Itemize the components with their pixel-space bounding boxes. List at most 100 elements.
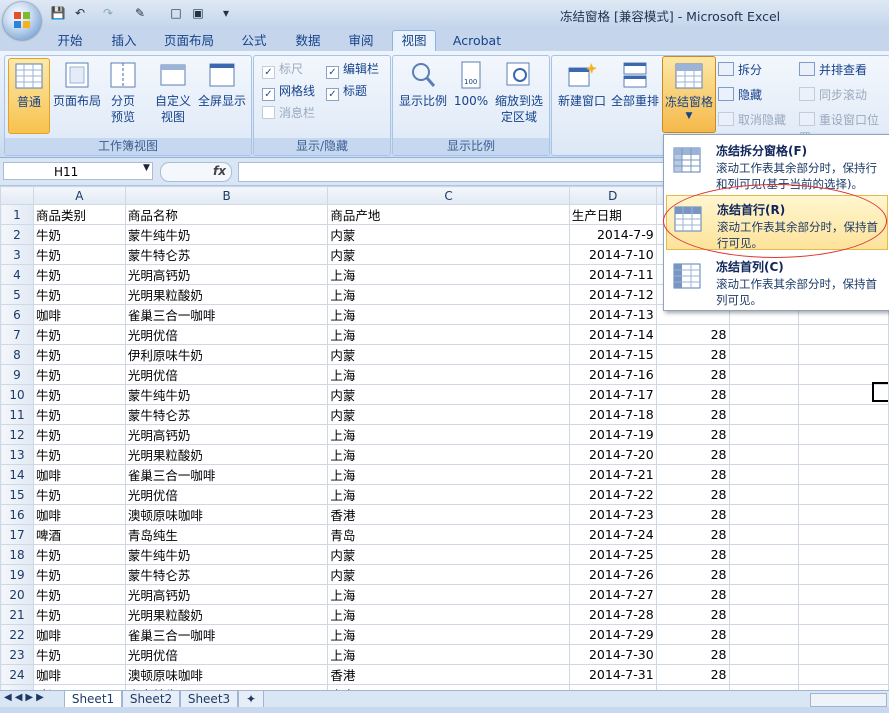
cell[interactable]: [798, 664, 889, 685]
row-header[interactable]: 1: [0, 204, 34, 225]
cell[interactable]: 上海: [327, 324, 570, 345]
cell[interactable]: 2014-7-26: [568, 564, 657, 585]
cell[interactable]: [798, 444, 889, 465]
cell[interactable]: 上海: [327, 424, 570, 445]
cell[interactable]: 咖啡: [32, 664, 126, 685]
row-header[interactable]: 6: [0, 304, 34, 325]
undo-icon[interactable]: ↶: [72, 5, 88, 21]
cell[interactable]: 2014-7-17: [568, 384, 657, 405]
cell[interactable]: 内蒙: [327, 404, 570, 425]
cell[interactable]: 内蒙: [327, 244, 570, 265]
new-document-icon[interactable]: □: [168, 5, 184, 21]
column-header[interactable]: C: [327, 186, 570, 205]
cell[interactable]: [798, 344, 889, 365]
save-icon[interactable]: 💾: [50, 5, 66, 21]
split-button[interactable]: 拆分: [718, 61, 762, 79]
cell[interactable]: [798, 324, 889, 345]
row-header[interactable]: 23: [0, 644, 34, 665]
cell[interactable]: 28: [655, 584, 730, 605]
cell[interactable]: 2014-7-22: [568, 484, 657, 505]
cell[interactable]: 光明果粒酸奶: [124, 604, 329, 625]
row-header[interactable]: 15: [0, 484, 34, 505]
cell[interactable]: 咖啡: [32, 624, 126, 645]
cell[interactable]: 商品名称: [124, 204, 329, 225]
cell[interactable]: 香港: [327, 504, 570, 525]
cell[interactable]: 伊利原味牛奶: [124, 344, 329, 365]
cell[interactable]: 28: [655, 644, 730, 665]
cell[interactable]: [728, 344, 800, 365]
cell[interactable]: [728, 484, 800, 505]
row-header[interactable]: 13: [0, 444, 34, 465]
cell[interactable]: 上海: [327, 444, 570, 465]
cell[interactable]: 2014-7-31: [568, 664, 657, 685]
cell[interactable]: 28: [655, 624, 730, 645]
sheet-tab-1[interactable]: Sheet1: [64, 691, 122, 708]
cell[interactable]: [798, 524, 889, 545]
row-header[interactable]: 19: [0, 564, 34, 585]
cell[interactable]: 28: [655, 424, 730, 445]
cell[interactable]: 2014-7-29: [568, 624, 657, 645]
cell[interactable]: [728, 504, 800, 525]
cell[interactable]: 内蒙: [327, 384, 570, 405]
cell[interactable]: 雀巢三合一咖啡: [124, 304, 329, 325]
cell[interactable]: [728, 384, 800, 405]
column-header[interactable]: B: [124, 186, 329, 205]
row-header[interactable]: 5: [0, 284, 34, 305]
freeze-panes-button[interactable]: 冻结窗格 ▼: [662, 56, 716, 133]
cell[interactable]: 上海: [327, 264, 570, 285]
cell[interactable]: 澳顿原味咖啡: [124, 504, 329, 525]
cell[interactable]: 光明果粒酸奶: [124, 284, 329, 305]
cell[interactable]: 雀巢三合一咖啡: [124, 464, 329, 485]
page-break-preview-button[interactable]: 分页预览: [105, 58, 141, 125]
cell[interactable]: 生产日期: [568, 204, 657, 225]
cell[interactable]: [798, 584, 889, 605]
tab-formulas[interactable]: 公式: [234, 31, 274, 51]
insert-function-icon[interactable]: fx: [213, 164, 226, 178]
cell[interactable]: 2014-7-24: [568, 524, 657, 545]
cell[interactable]: 光明优倍: [124, 644, 329, 665]
cell[interactable]: 牛奶: [32, 564, 126, 585]
cell[interactable]: 2014-7-19: [568, 424, 657, 445]
cell[interactable]: 咖啡: [32, 464, 126, 485]
freeze-first-column-option[interactable]: 冻结首列(C) 滚动工作表其余部分时，保持首列可见。: [666, 253, 886, 307]
cell[interactable]: 2014-7-30: [568, 644, 657, 665]
cell[interactable]: 啤酒: [32, 524, 126, 545]
cell[interactable]: 2014-7-20: [568, 444, 657, 465]
cell[interactable]: 28: [655, 464, 730, 485]
headings-checkbox[interactable]: ✓ 标题: [326, 83, 367, 101]
cell[interactable]: 商品类别: [32, 204, 126, 225]
custom-view-button[interactable]: 自定义视图: [153, 58, 193, 125]
cell[interactable]: 28: [655, 504, 730, 525]
cell[interactable]: 2014-7-18: [568, 404, 657, 425]
cell[interactable]: 内蒙: [327, 564, 570, 585]
cell[interactable]: [798, 424, 889, 445]
cell[interactable]: 雀巢三合一咖啡: [124, 624, 329, 645]
message-bar-checkbox[interactable]: 消息栏: [262, 105, 315, 121]
cell[interactable]: 牛奶: [32, 384, 126, 405]
row-header[interactable]: 8: [0, 344, 34, 365]
row-header[interactable]: 24: [0, 664, 34, 685]
select-all-corner[interactable]: [0, 186, 34, 205]
row-header[interactable]: 20: [0, 584, 34, 605]
cell[interactable]: 牛奶: [32, 224, 126, 245]
tab-view[interactable]: 视图: [392, 30, 436, 51]
cell[interactable]: 光明高钙奶: [124, 584, 329, 605]
cell[interactable]: [728, 444, 800, 465]
row-header[interactable]: 11: [0, 404, 34, 425]
cell[interactable]: [728, 604, 800, 625]
name-box-dropdown-icon[interactable]: ▼: [143, 163, 150, 173]
cell[interactable]: 2014-7-12: [568, 284, 657, 305]
cell[interactable]: 青岛: [327, 524, 570, 545]
cell[interactable]: [798, 484, 889, 505]
cell[interactable]: 28: [655, 524, 730, 545]
cell[interactable]: 28: [655, 344, 730, 365]
row-header[interactable]: 9: [0, 364, 34, 385]
cell[interactable]: 28: [655, 404, 730, 425]
horizontal-scrollbar[interactable]: [810, 693, 887, 707]
cell[interactable]: 牛奶: [32, 444, 126, 465]
cell[interactable]: 内蒙: [327, 544, 570, 565]
sheet-tab-3[interactable]: Sheet3: [180, 691, 238, 708]
cell[interactable]: 牛奶: [32, 584, 126, 605]
tab-home[interactable]: 开始: [50, 31, 90, 51]
cell[interactable]: [728, 364, 800, 385]
